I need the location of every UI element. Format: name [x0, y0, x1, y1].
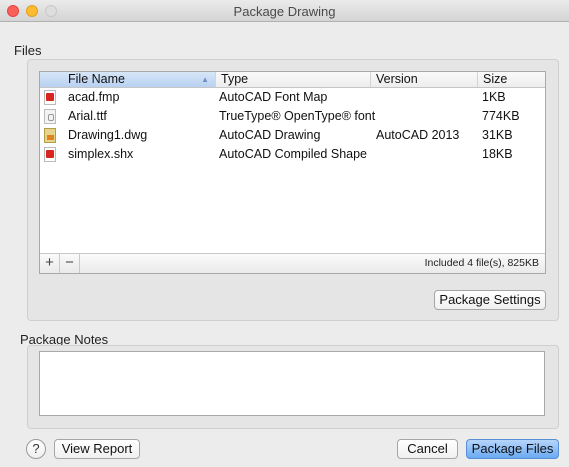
table-row[interactable]: acad.fmp AutoCAD Font Map 1KB: [40, 88, 545, 107]
add-file-button[interactable]: +: [40, 254, 60, 273]
column-header-label: File Name: [68, 72, 125, 86]
table-header: File Name ▲ Type Version Size: [40, 72, 545, 88]
remove-file-button[interactable]: −: [60, 254, 80, 273]
file-type-cell: AutoCAD Font Map: [219, 90, 328, 104]
pdf-file-icon: [44, 90, 56, 105]
help-button[interactable]: ?: [26, 439, 46, 459]
dwg-file-icon: [44, 128, 56, 143]
file-version-cell: AutoCAD 2013: [376, 128, 460, 142]
file-name-cell: acad.fmp: [68, 90, 120, 104]
file-type-cell: TrueType® OpenType® font: [219, 109, 376, 123]
sort-ascending-icon: ▲: [201, 75, 209, 84]
view-report-button[interactable]: View Report: [54, 439, 140, 459]
file-size-cell: 18KB: [482, 147, 513, 161]
files-section-label: Files: [14, 43, 42, 58]
file-name-cell: simplex.shx: [68, 147, 134, 161]
pdf-file-icon: [44, 147, 56, 162]
file-size-cell: 31KB: [482, 128, 513, 142]
font-file-icon: [44, 109, 56, 124]
file-type-cell: AutoCAD Compiled Shape: [219, 147, 367, 161]
included-files-status: Included 4 file(s), 825KB: [424, 257, 539, 269]
column-header-size[interactable]: Size: [478, 72, 545, 87]
file-type-cell: AutoCAD Drawing: [219, 128, 321, 142]
file-name-cell: Drawing1.dwg: [68, 128, 148, 142]
package-files-button[interactable]: Package Files: [466, 439, 559, 459]
column-header-version[interactable]: Version: [371, 72, 478, 87]
file-name-cell: Arial.ttf: [68, 109, 107, 123]
file-size-cell: 1KB: [482, 90, 506, 104]
table-row[interactable]: Drawing1.dwg AutoCAD Drawing AutoCAD 201…: [40, 126, 545, 145]
column-header-type[interactable]: Type: [216, 72, 371, 87]
table-row[interactable]: Arial.ttf TrueType® OpenType® font 774KB: [40, 107, 545, 126]
package-notes-textarea[interactable]: [39, 351, 545, 416]
files-table: File Name ▲ Type Version Size acad.fmp A…: [39, 71, 546, 274]
table-row[interactable]: simplex.shx AutoCAD Compiled Shape 18KB: [40, 145, 545, 164]
package-settings-button[interactable]: Package Settings: [434, 290, 546, 310]
file-size-cell: 774KB: [482, 109, 520, 123]
column-header-file-name[interactable]: File Name ▲: [40, 72, 216, 87]
title-bar: Package Drawing: [0, 0, 569, 22]
window-title: Package Drawing: [233, 4, 336, 19]
table-action-bar: + − Included 4 file(s), 825KB: [40, 253, 545, 273]
cancel-button[interactable]: Cancel: [397, 439, 458, 459]
